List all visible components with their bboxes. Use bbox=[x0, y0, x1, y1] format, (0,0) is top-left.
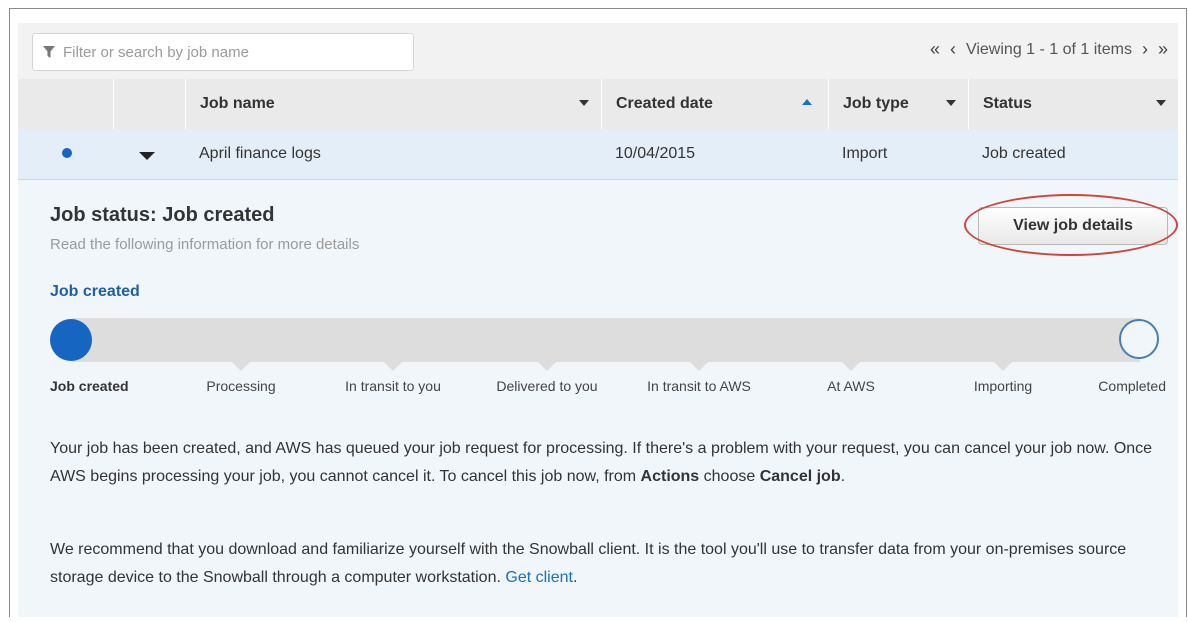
table-toolbar: Filter or search by job name « ‹ Viewing… bbox=[18, 23, 1178, 79]
job-status-subtitle: Read the following information for more … bbox=[50, 236, 360, 253]
stage-dot-current bbox=[50, 319, 92, 361]
row-select-radio[interactable] bbox=[62, 148, 72, 158]
stage-marker bbox=[842, 362, 860, 371]
stage-marker bbox=[384, 362, 402, 371]
actions-menu-ref: Actions bbox=[640, 468, 700, 485]
cancel-job-ref: Cancel job bbox=[759, 468, 841, 485]
note-text: We recommend that you download and famil… bbox=[50, 541, 1127, 586]
job-status-title: Job status: Job created bbox=[50, 204, 275, 226]
header-job-type-label: Job type bbox=[843, 95, 909, 112]
stage-label: In transit to AWS bbox=[647, 378, 751, 394]
header-job-name[interactable]: Job name bbox=[185, 79, 601, 129]
search-placeholder: Filter or search by job name bbox=[63, 43, 249, 61]
stage-marker bbox=[538, 362, 556, 371]
filter-icon bbox=[43, 45, 57, 59]
stage-label: Processing bbox=[206, 378, 276, 394]
cell-job-name: April finance logs bbox=[199, 145, 321, 162]
sort-caret-icon[interactable] bbox=[1156, 100, 1166, 106]
current-stage-label: Job created bbox=[50, 283, 140, 300]
header-job-type[interactable]: Job type bbox=[828, 79, 968, 129]
sort-caret-icon[interactable] bbox=[946, 100, 956, 106]
cell-job-type: Import bbox=[842, 145, 888, 162]
pagination: « ‹ Viewing 1 - 1 of 1 items › » bbox=[930, 39, 1168, 60]
get-client-link[interactable]: Get client bbox=[505, 569, 573, 586]
job-created-description: Your job has been created, and AWS has q… bbox=[50, 435, 1160, 491]
header-status-label: Status bbox=[983, 95, 1032, 112]
stage-label: At AWS bbox=[827, 378, 875, 394]
table-header: Job name Created date Job type Status bbox=[18, 79, 1178, 129]
stage-label: Completed bbox=[1098, 378, 1166, 394]
snowball-client-note: We recommend that you download and famil… bbox=[50, 536, 1160, 592]
job-detail-panel: Job status: Job created Read the followi… bbox=[18, 180, 1178, 617]
header-select-column bbox=[18, 79, 113, 129]
header-created-date[interactable]: Created date bbox=[601, 79, 828, 129]
stage-label: Job created bbox=[50, 378, 129, 394]
view-job-details-button[interactable]: View job details bbox=[978, 207, 1168, 245]
stage-marker bbox=[994, 362, 1012, 371]
desc-text: . bbox=[840, 468, 846, 485]
stage-marker bbox=[690, 362, 708, 371]
header-created-date-label: Created date bbox=[616, 95, 713, 112]
snowball-jobs-window: Filter or search by job name « ‹ Viewing… bbox=[9, 8, 1187, 617]
first-page-icon[interactable]: « bbox=[930, 39, 940, 60]
sort-ascending-icon[interactable] bbox=[802, 99, 812, 105]
header-status[interactable]: Status bbox=[968, 79, 1178, 129]
stage-label: In transit to you bbox=[345, 378, 441, 394]
progress-track bbox=[72, 318, 1140, 362]
next-page-icon[interactable]: › bbox=[1142, 39, 1148, 60]
desc-text: choose bbox=[699, 468, 760, 485]
note-text: . bbox=[572, 569, 578, 586]
header-expand-column bbox=[113, 79, 185, 129]
expand-caret-icon[interactable] bbox=[139, 152, 155, 160]
stage-label: Delivered to you bbox=[496, 378, 598, 394]
table-row[interactable]: April finance logs 10/04/2015 Import Job… bbox=[18, 129, 1178, 180]
pager-text: Viewing 1 - 1 of 1 items bbox=[965, 40, 1132, 58]
stage-label: Importing bbox=[973, 378, 1033, 394]
stage-marker bbox=[232, 362, 250, 371]
cell-created-date: 10/04/2015 bbox=[615, 145, 696, 162]
prev-page-icon[interactable]: ‹ bbox=[950, 39, 956, 60]
header-job-name-label: Job name bbox=[200, 95, 275, 112]
desc-text: Your job has been created, and AWS has q… bbox=[50, 440, 1153, 485]
last-page-icon[interactable]: » bbox=[1158, 39, 1168, 60]
sort-caret-icon[interactable] bbox=[579, 100, 589, 106]
cell-status: Job created bbox=[982, 145, 1066, 162]
search-input[interactable]: Filter or search by job name bbox=[32, 33, 414, 71]
stage-dot-final bbox=[1119, 319, 1159, 359]
